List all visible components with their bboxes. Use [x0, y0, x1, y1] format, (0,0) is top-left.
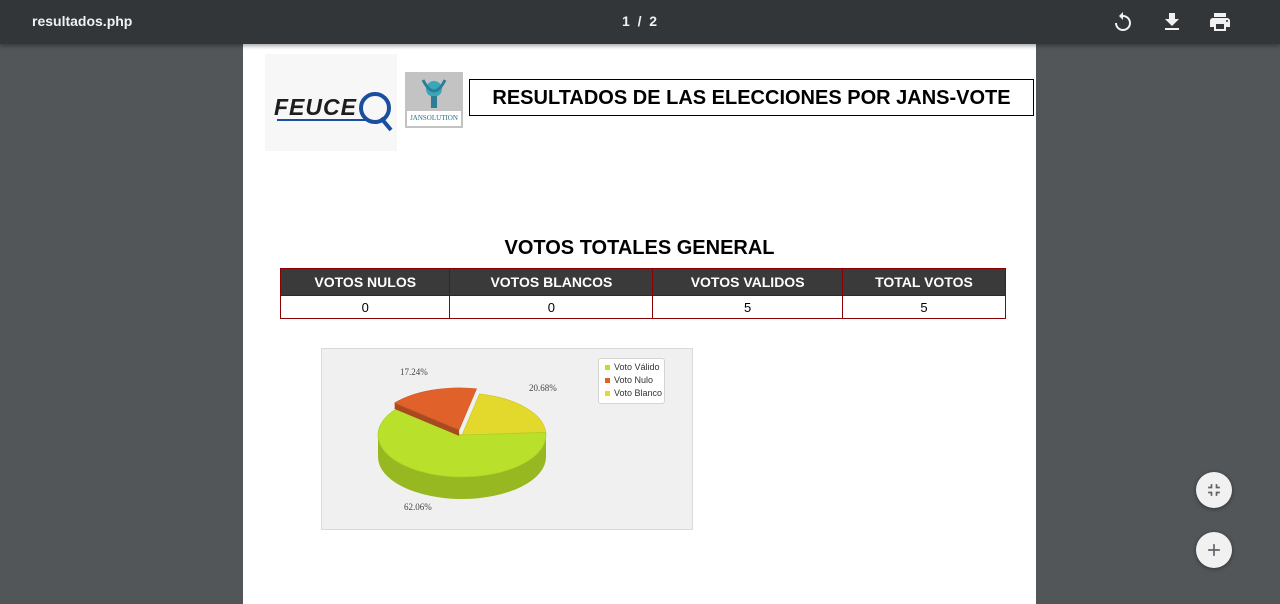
- legend-label: Voto Válido: [614, 362, 660, 372]
- legend-label: Voto Nulo: [614, 375, 654, 385]
- legend-swatch: [605, 365, 610, 371]
- pie-slice-blanco: [461, 393, 547, 436]
- feuce-logo: FEUCE: [265, 54, 397, 151]
- table-header-row: VOTOS NULOS VOTOS BLANCOS VOTOS VALIDOS …: [279, 268, 1007, 296]
- print-icon: [1210, 13, 1230, 31]
- legend-item-blanco: Voto Blanco: [605, 387, 664, 400]
- current-page-input[interactable]: 1: [622, 13, 630, 29]
- header-votos-validos: VOTOS VALIDOS: [652, 268, 843, 296]
- page-separator: /: [637, 13, 642, 29]
- fit-page-icon: [1208, 484, 1220, 496]
- total-pages: 2: [649, 13, 658, 29]
- rotate-button[interactable]: [1111, 10, 1135, 34]
- viewer-toolbar: resultados.php 1 / 2: [0, 0, 1280, 44]
- header-total-votos: TOTAL VOTOS: [841, 268, 1007, 296]
- legend-swatch: [605, 391, 610, 397]
- chart-legend: Voto Válido Voto Nulo Voto Blanco: [598, 358, 665, 404]
- slice-label-valido: 62.06%: [404, 502, 432, 512]
- table-row: 0 0 5 5: [279, 295, 1007, 319]
- votes-table: VOTOS NULOS VOTOS BLANCOS VOTOS VALIDOS …: [279, 268, 1007, 319]
- header-votos-blancos: VOTOS BLANCOS: [449, 268, 654, 296]
- slice-label-blanco: 20.68%: [529, 383, 557, 393]
- print-button[interactable]: [1208, 10, 1232, 34]
- zoom-in-button[interactable]: [1196, 532, 1232, 568]
- pdf-page: FEUCE JANSOLUTION RESULTADOS DE LAS ELEC…: [243, 44, 1036, 604]
- rotate-icon: [1115, 12, 1131, 31]
- legend-item-valido: Voto Válido: [605, 361, 664, 374]
- cell-votos-blancos: 0: [449, 295, 654, 319]
- download-button[interactable]: [1160, 10, 1184, 34]
- section-title: VOTOS TOTALES GENERAL: [504, 237, 775, 259]
- feuce-logo-text: FEUCE: [274, 94, 357, 120]
- jansolution-logo-text: JANSOLUTION: [410, 114, 458, 122]
- page-indicator: 1 / 2: [622, 13, 657, 29]
- legend-item-nulo: Voto Nulo: [605, 374, 664, 387]
- report-title: RESULTADOS DE LAS ELECCIONES POR JANS-VO…: [469, 79, 1034, 116]
- download-icon: [1165, 13, 1179, 30]
- header-votos-nulos: VOTOS NULOS: [279, 268, 451, 296]
- cell-total-votos: 5: [841, 295, 1007, 319]
- zoom-in-icon: [1208, 544, 1220, 556]
- legend-swatch: [605, 378, 610, 384]
- cell-votos-validos: 5: [652, 295, 843, 319]
- slice-label-nulo: 17.24%: [400, 367, 428, 377]
- cell-votos-nulos: 0: [279, 295, 451, 319]
- legend-label: Voto Blanco: [614, 388, 663, 398]
- document-title: resultados.php: [32, 13, 133, 29]
- jansolution-logo: JANSOLUTION: [405, 72, 463, 128]
- pie-chart: Voto Válido Voto Nulo Voto Blanco 62.06%…: [321, 348, 693, 530]
- fit-page-button[interactable]: [1196, 472, 1232, 508]
